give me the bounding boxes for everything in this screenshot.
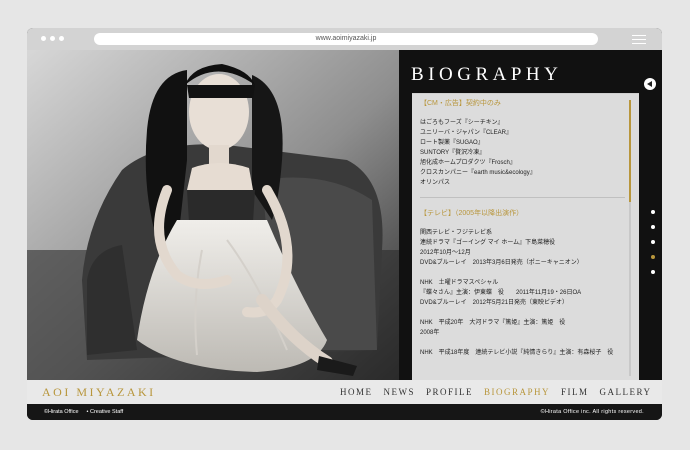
tv-entry-line: NHK 土曜ドラマスペシャル bbox=[420, 280, 499, 286]
side-nav-dot[interactable] bbox=[651, 270, 655, 274]
section-heading-cm: 【CM・広告】契約中のみ bbox=[420, 100, 501, 107]
section-heading-tv: 【テレビ】（2005年以降出演作） bbox=[420, 210, 524, 217]
tv-entry-line: 連続ドラマ『ゴーイング マイ ホーム』下島菜穂役 bbox=[420, 240, 556, 246]
cm-item: はごろもフーズ『シーチキン』 bbox=[420, 120, 504, 126]
window-controls bbox=[41, 36, 64, 41]
portrait-illustration bbox=[27, 50, 399, 380]
entry-gap bbox=[420, 308, 625, 318]
window-dot-icon[interactable] bbox=[41, 36, 46, 41]
browser-toolbar: www.aoimiyazaki.jp bbox=[27, 28, 662, 50]
cm-item: ロート製薬『SUGAO』 bbox=[420, 140, 484, 146]
side-nav-dot[interactable] bbox=[651, 210, 655, 214]
side-nav-dot[interactable] bbox=[651, 240, 655, 244]
cm-item: オリンパス bbox=[420, 180, 451, 186]
tv-entry-line: DVD&ブルーレイ 2012年5月21日発売（東映ビデオ） bbox=[420, 300, 569, 306]
cm-item: 旭化成ホームプロダクツ『Frosch』 bbox=[420, 160, 516, 166]
nav-home[interactable]: HOME bbox=[340, 387, 373, 397]
nav-film[interactable]: FILM bbox=[561, 387, 589, 397]
panel-scrollbar[interactable] bbox=[629, 100, 631, 376]
nav-news[interactable]: NEWS bbox=[384, 387, 416, 397]
tv-entry-line: 2008年 bbox=[420, 330, 440, 336]
tv-entry-line: 関西テレビ・フジテレビ系 bbox=[420, 230, 493, 236]
side-nav-dot-active[interactable] bbox=[651, 255, 655, 259]
footer-link-office[interactable]: ©Hirata Office bbox=[44, 409, 79, 415]
site-footer: ©Hirata Office • Creative Staff ©Hirata … bbox=[27, 404, 662, 420]
footer-link-creative-staff[interactable]: • Creative Staff bbox=[87, 409, 124, 415]
tv-entry-line: NHK 平成20年 大河ドラマ『篤姫』主演：篤姫 役 bbox=[420, 320, 566, 326]
browser-window: www.aoimiyazaki.jp BIOGRAPHY 【CM・広告】契約中の… bbox=[27, 28, 662, 420]
cm-item: クロスカンパニー『earth music&ecology』 bbox=[420, 170, 536, 176]
side-nav-dot[interactable] bbox=[651, 225, 655, 229]
hamburger-menu-icon[interactable] bbox=[632, 35, 646, 44]
window-dot-icon[interactable] bbox=[50, 36, 55, 41]
side-page-indicator bbox=[651, 210, 655, 285]
cm-item: ユニリーバ・ジャパン『CLEAR』 bbox=[420, 130, 512, 136]
tv-entry-line: 『蝶々さん』主演：伊東蝶 役 2011年11月19・26日OA bbox=[420, 290, 582, 296]
nav-gallery[interactable]: GALLERY bbox=[600, 387, 652, 397]
nav-profile[interactable]: PROFILE bbox=[426, 387, 473, 397]
nav-menu: HOME NEWS PROFILE BIOGRAPHY FILM GALLERY bbox=[340, 387, 652, 397]
tv-entry-line: NHK 平成18年度 連続テレビ小説『純情きらり』主演：有森桜子 役 bbox=[420, 350, 614, 356]
play-sound-icon[interactable] bbox=[644, 78, 656, 90]
copyright-text: ©Hirata Office inc. All rights reserved. bbox=[540, 409, 644, 415]
portrait-photo bbox=[27, 50, 399, 380]
footer-links: ©Hirata Office • Creative Staff bbox=[44, 409, 123, 415]
tv-entry-line: 2012年10月〜12月 bbox=[420, 250, 471, 256]
biography-panel[interactable]: 【CM・広告】契約中のみ はごろもフーズ『シーチキン』 ユニリーバ・ジャパン『C… bbox=[412, 93, 639, 380]
tv-entry-line: DVD&ブルーレイ 2013年3月6日発売（ポニーキャニオン） bbox=[420, 260, 583, 266]
cm-item: SUNTORY『贅沢冷凍』 bbox=[420, 150, 486, 156]
entry-gap bbox=[420, 338, 625, 348]
site-logo[interactable]: AOI MIYAZAKI bbox=[42, 385, 156, 400]
page-title: BIOGRAPHY bbox=[411, 64, 563, 85]
scrollbar-thumb[interactable] bbox=[629, 100, 631, 202]
main-navigation: AOI MIYAZAKI HOME NEWS PROFILE BIOGRAPHY… bbox=[27, 380, 662, 404]
section-divider bbox=[420, 197, 625, 198]
hero-section: BIOGRAPHY 【CM・広告】契約中のみ はごろもフーズ『シーチキン』 ユニ… bbox=[27, 50, 662, 380]
window-dot-icon[interactable] bbox=[59, 36, 64, 41]
address-bar[interactable]: www.aoimiyazaki.jp bbox=[94, 33, 598, 45]
biography-content: 【CM・広告】契約中のみ はごろもフーズ『シーチキン』 ユニリーバ・ジャパン『C… bbox=[420, 98, 625, 358]
nav-biography[interactable]: BIOGRAPHY bbox=[484, 387, 550, 397]
entry-gap bbox=[420, 268, 625, 278]
